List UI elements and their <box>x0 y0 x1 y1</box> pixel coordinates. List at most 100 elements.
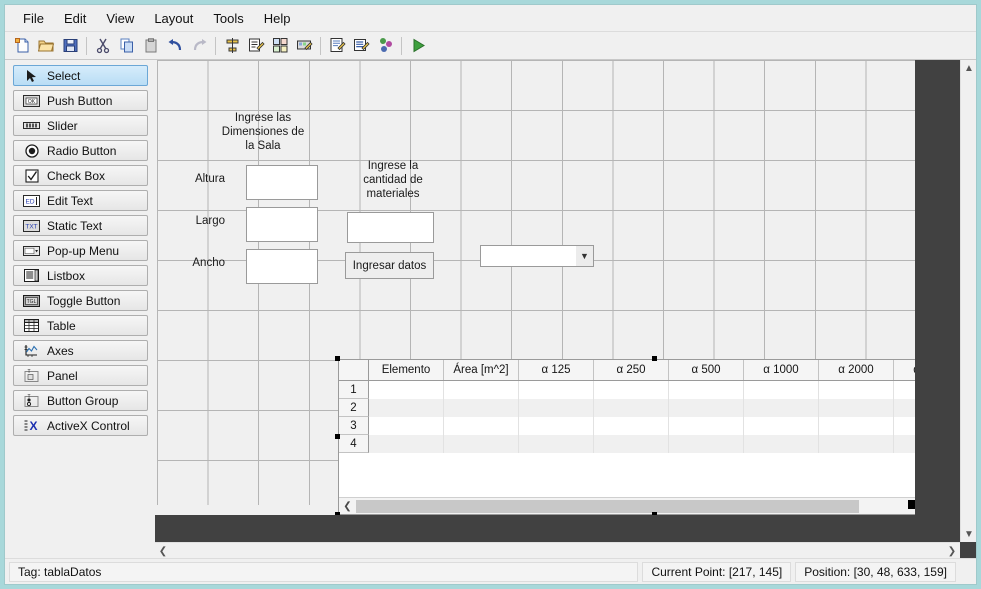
static-text-dimensiones[interactable]: Ingrese las Dimensiones de la Sala <box>203 111 323 156</box>
menu-editor-icon[interactable] <box>245 35 267 57</box>
table-cell[interactable] <box>819 381 894 399</box>
palette-item-push-button[interactable]: OK Push Button <box>13 90 148 111</box>
table-scroll-track[interactable] <box>356 498 915 515</box>
table-header-a250[interactable]: α 250 <box>594 360 669 380</box>
table-cell[interactable] <box>369 399 444 417</box>
copy-icon[interactable] <box>116 35 138 57</box>
selection-handle-top-center[interactable] <box>652 356 657 361</box>
chevron-right-icon[interactable]: ❯ <box>944 543 960 558</box>
table-cell[interactable] <box>444 435 519 453</box>
table-cell[interactable] <box>519 417 594 435</box>
table-cell[interactable] <box>369 417 444 435</box>
new-file-icon[interactable] <box>11 35 33 57</box>
static-text-ancho[interactable]: Ancho <box>185 257 225 271</box>
table-cell[interactable] <box>894 381 915 399</box>
palette-item-button-group[interactable]: T Button Group <box>13 390 148 411</box>
table-cell[interactable] <box>519 399 594 417</box>
align-objects-icon[interactable] <box>221 35 243 57</box>
figure-canvas-area[interactable]: Ingrese las Dimensiones de la Sala Ingre… <box>155 60 976 558</box>
paste-icon[interactable] <box>140 35 162 57</box>
menu-item-view[interactable]: View <box>96 8 144 29</box>
table-cell[interactable] <box>744 381 819 399</box>
table-cell[interactable] <box>669 399 744 417</box>
table-header-a500[interactable]: α 500 <box>669 360 744 380</box>
palette-item-activex-control[interactable]: X ActiveX Control <box>13 415 148 436</box>
table-cell[interactable] <box>519 381 594 399</box>
selection-handle-top-left[interactable] <box>335 356 340 361</box>
static-text-altura[interactable]: Altura <box>185 173 225 187</box>
table-cell[interactable] <box>369 381 444 399</box>
static-text-materiales[interactable]: Ingrese la cantidad de materiales <box>343 159 443 204</box>
palette-item-select[interactable]: Select <box>13 65 148 86</box>
table-header-a125[interactable]: α 125 <box>519 360 594 380</box>
table-cell[interactable] <box>594 399 669 417</box>
menu-item-file[interactable]: File <box>13 8 54 29</box>
palette-item-table[interactable]: Table <box>13 315 148 336</box>
chevron-left-icon[interactable]: ❮ <box>155 543 171 558</box>
canvas-vertical-scrollbar[interactable]: ▲ ▼ <box>960 60 976 542</box>
table-header-a2000[interactable]: α 2000 <box>819 360 894 380</box>
table-cell[interactable] <box>744 399 819 417</box>
table-row-header[interactable]: 3 <box>339 417 369 435</box>
table-row-header[interactable]: 1 <box>339 381 369 399</box>
table-cell[interactable] <box>594 381 669 399</box>
table-row[interactable]: 3 <box>339 417 915 435</box>
object-browser-icon[interactable] <box>374 35 396 57</box>
figure-surface[interactable]: Ingrese las Dimensiones de la Sala Ingre… <box>155 60 915 515</box>
table-cell[interactable] <box>819 417 894 435</box>
property-inspector-icon[interactable] <box>350 35 372 57</box>
cut-scissors-icon[interactable] <box>92 35 114 57</box>
table-cell[interactable] <box>594 435 669 453</box>
table-cell[interactable] <box>894 399 915 417</box>
table-horizontal-scrollbar[interactable]: ❮ ❯ <box>339 497 915 514</box>
table-row-header[interactable]: 4 <box>339 435 369 453</box>
table-cell[interactable] <box>894 417 915 435</box>
edit-text-ancho[interactable] <box>246 249 318 284</box>
table-tabla-datos[interactable]: Elemento Área [m^2] α 125 α 250 α 500 α … <box>338 359 915 515</box>
table-header-elemento[interactable]: Elemento <box>369 360 444 380</box>
edit-text-altura[interactable] <box>246 165 318 200</box>
edit-text-cantidad-materiales[interactable] <box>347 212 434 243</box>
palette-item-radio-button[interactable]: Radio Button <box>13 140 148 161</box>
palette-item-toggle-button[interactable]: TGL Toggle Button <box>13 290 148 311</box>
palette-item-edit-text[interactable]: ED Edit Text <box>13 190 148 211</box>
palette-item-panel[interactable]: T Panel <box>13 365 148 386</box>
table-cell[interactable] <box>819 399 894 417</box>
table-cell[interactable] <box>669 435 744 453</box>
table-scroll-thumb[interactable] <box>356 499 860 513</box>
table-cell[interactable] <box>819 435 894 453</box>
static-text-largo[interactable]: Largo <box>185 215 225 229</box>
table-cell[interactable] <box>894 435 915 453</box>
m-file-editor-icon[interactable] <box>326 35 348 57</box>
table-row[interactable]: 2 <box>339 399 915 417</box>
menu-item-tools[interactable]: Tools <box>203 8 253 29</box>
undo-arrow-icon[interactable] <box>164 35 186 57</box>
table-header-a1000[interactable]: α 1000 <box>744 360 819 380</box>
menu-item-layout[interactable]: Layout <box>144 8 203 29</box>
palette-item-slider[interactable]: Slider <box>13 115 148 136</box>
palette-item-static-text[interactable]: TXT Static Text <box>13 215 148 236</box>
table-header-area[interactable]: Área [m^2] <box>444 360 519 380</box>
palette-item-check-box[interactable]: Check Box <box>13 165 148 186</box>
table-cell[interactable] <box>744 417 819 435</box>
palette-item-listbox[interactable]: Listbox <box>13 265 148 286</box>
toolbar-editor-icon[interactable] <box>293 35 315 57</box>
table-cell[interactable] <box>444 399 519 417</box>
table-cell[interactable] <box>669 381 744 399</box>
table-cell[interactable] <box>744 435 819 453</box>
table-row[interactable]: 4 <box>339 435 915 453</box>
palette-item-axes[interactable]: Axes <box>13 340 148 361</box>
figure-resize-handle[interactable] <box>908 500 915 509</box>
save-disk-icon[interactable] <box>59 35 81 57</box>
edit-text-largo[interactable] <box>246 207 318 242</box>
redo-arrow-icon[interactable] <box>188 35 210 57</box>
chevron-down-icon[interactable]: ▼ <box>961 526 976 542</box>
open-folder-icon[interactable] <box>35 35 57 57</box>
table-cell[interactable] <box>369 435 444 453</box>
tab-order-editor-icon[interactable] <box>269 35 291 57</box>
table-row[interactable]: 1 <box>339 381 915 399</box>
table-row-header[interactable]: 2 <box>339 399 369 417</box>
palette-item-popup-menu[interactable]: Pop-up Menu <box>13 240 148 261</box>
ingresar-datos-button[interactable]: Ingresar datos <box>345 252 434 279</box>
table-cell[interactable] <box>669 417 744 435</box>
